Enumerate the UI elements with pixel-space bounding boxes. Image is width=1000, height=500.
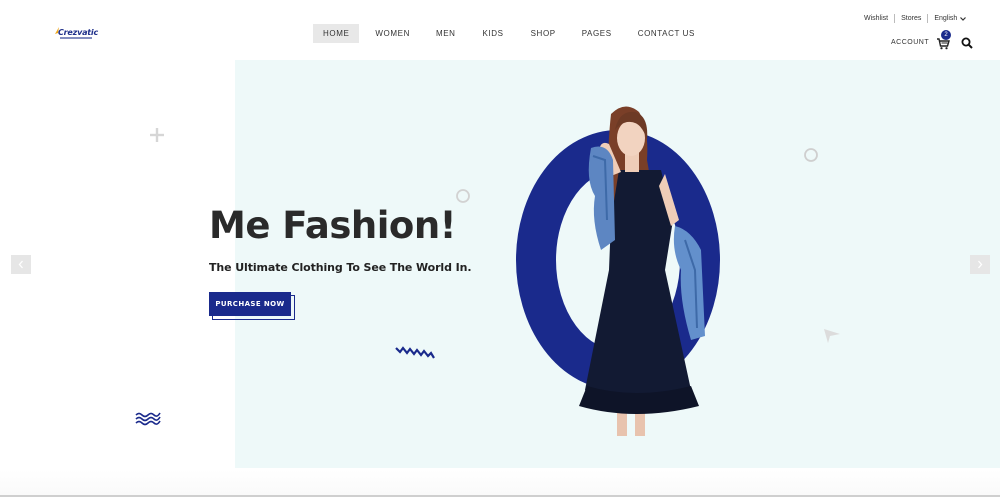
search-icon[interactable] — [961, 37, 973, 49]
nav-item-men[interactable]: MEN — [436, 24, 456, 43]
triangle-decoration-icon — [824, 329, 840, 343]
top-links: Wishlist Stores English — [864, 14, 967, 23]
plus-decoration-icon — [150, 128, 164, 142]
purchase-now-button[interactable]: PURCHASE NOW — [209, 292, 291, 316]
section-divider-shadow — [0, 470, 1000, 495]
zigzag-decoration-icon — [395, 346, 435, 359]
hero-title: Me Fashion! — [209, 204, 457, 247]
main-nav: HOME WOMEN MEN KIDS SHOP PAGES CONTACT U… — [313, 24, 695, 43]
circle-decoration-icon — [804, 148, 818, 162]
language-select[interactable]: English — [934, 15, 967, 22]
chevron-right-icon — [978, 260, 983, 269]
nav-item-kids[interactable]: KIDS — [483, 24, 504, 43]
divider — [927, 14, 929, 23]
hero-model-image — [516, 106, 720, 436]
wishlist-link[interactable]: Wishlist — [864, 15, 888, 22]
slider-next-button[interactable] — [970, 255, 990, 274]
hero-subtitle: The Ultimate Clothing To See The World I… — [209, 261, 472, 274]
cart-count-badge: 2 — [941, 30, 951, 40]
circle-decoration-icon — [456, 189, 470, 203]
account-link[interactable]: ACCOUNT — [891, 39, 929, 46]
slider-prev-button[interactable] — [11, 255, 31, 274]
chevron-down-icon — [960, 16, 967, 21]
language-label: English — [934, 15, 958, 22]
nav-item-home[interactable]: HOME — [313, 24, 360, 43]
nav-item-pages[interactable]: PAGES — [582, 24, 612, 43]
nav-item-shop[interactable]: SHOP — [531, 24, 556, 43]
chevron-left-icon — [18, 260, 23, 269]
wave-decoration-icon — [135, 412, 161, 426]
nav-item-contact[interactable]: CONTACT US — [638, 24, 695, 43]
divider — [894, 14, 896, 23]
logo-text: Crezvatic — [58, 28, 99, 37]
logo-tagline — [60, 37, 92, 39]
stores-link[interactable]: Stores — [901, 15, 921, 22]
brand-logo[interactable]: Crezvatic — [53, 26, 99, 42]
page: Crezvatic HOME WOMEN MEN KIDS SHOP PAGES… — [0, 0, 1000, 500]
section-divider — [0, 495, 1000, 497]
nav-item-women[interactable]: WOMEN — [375, 24, 410, 43]
